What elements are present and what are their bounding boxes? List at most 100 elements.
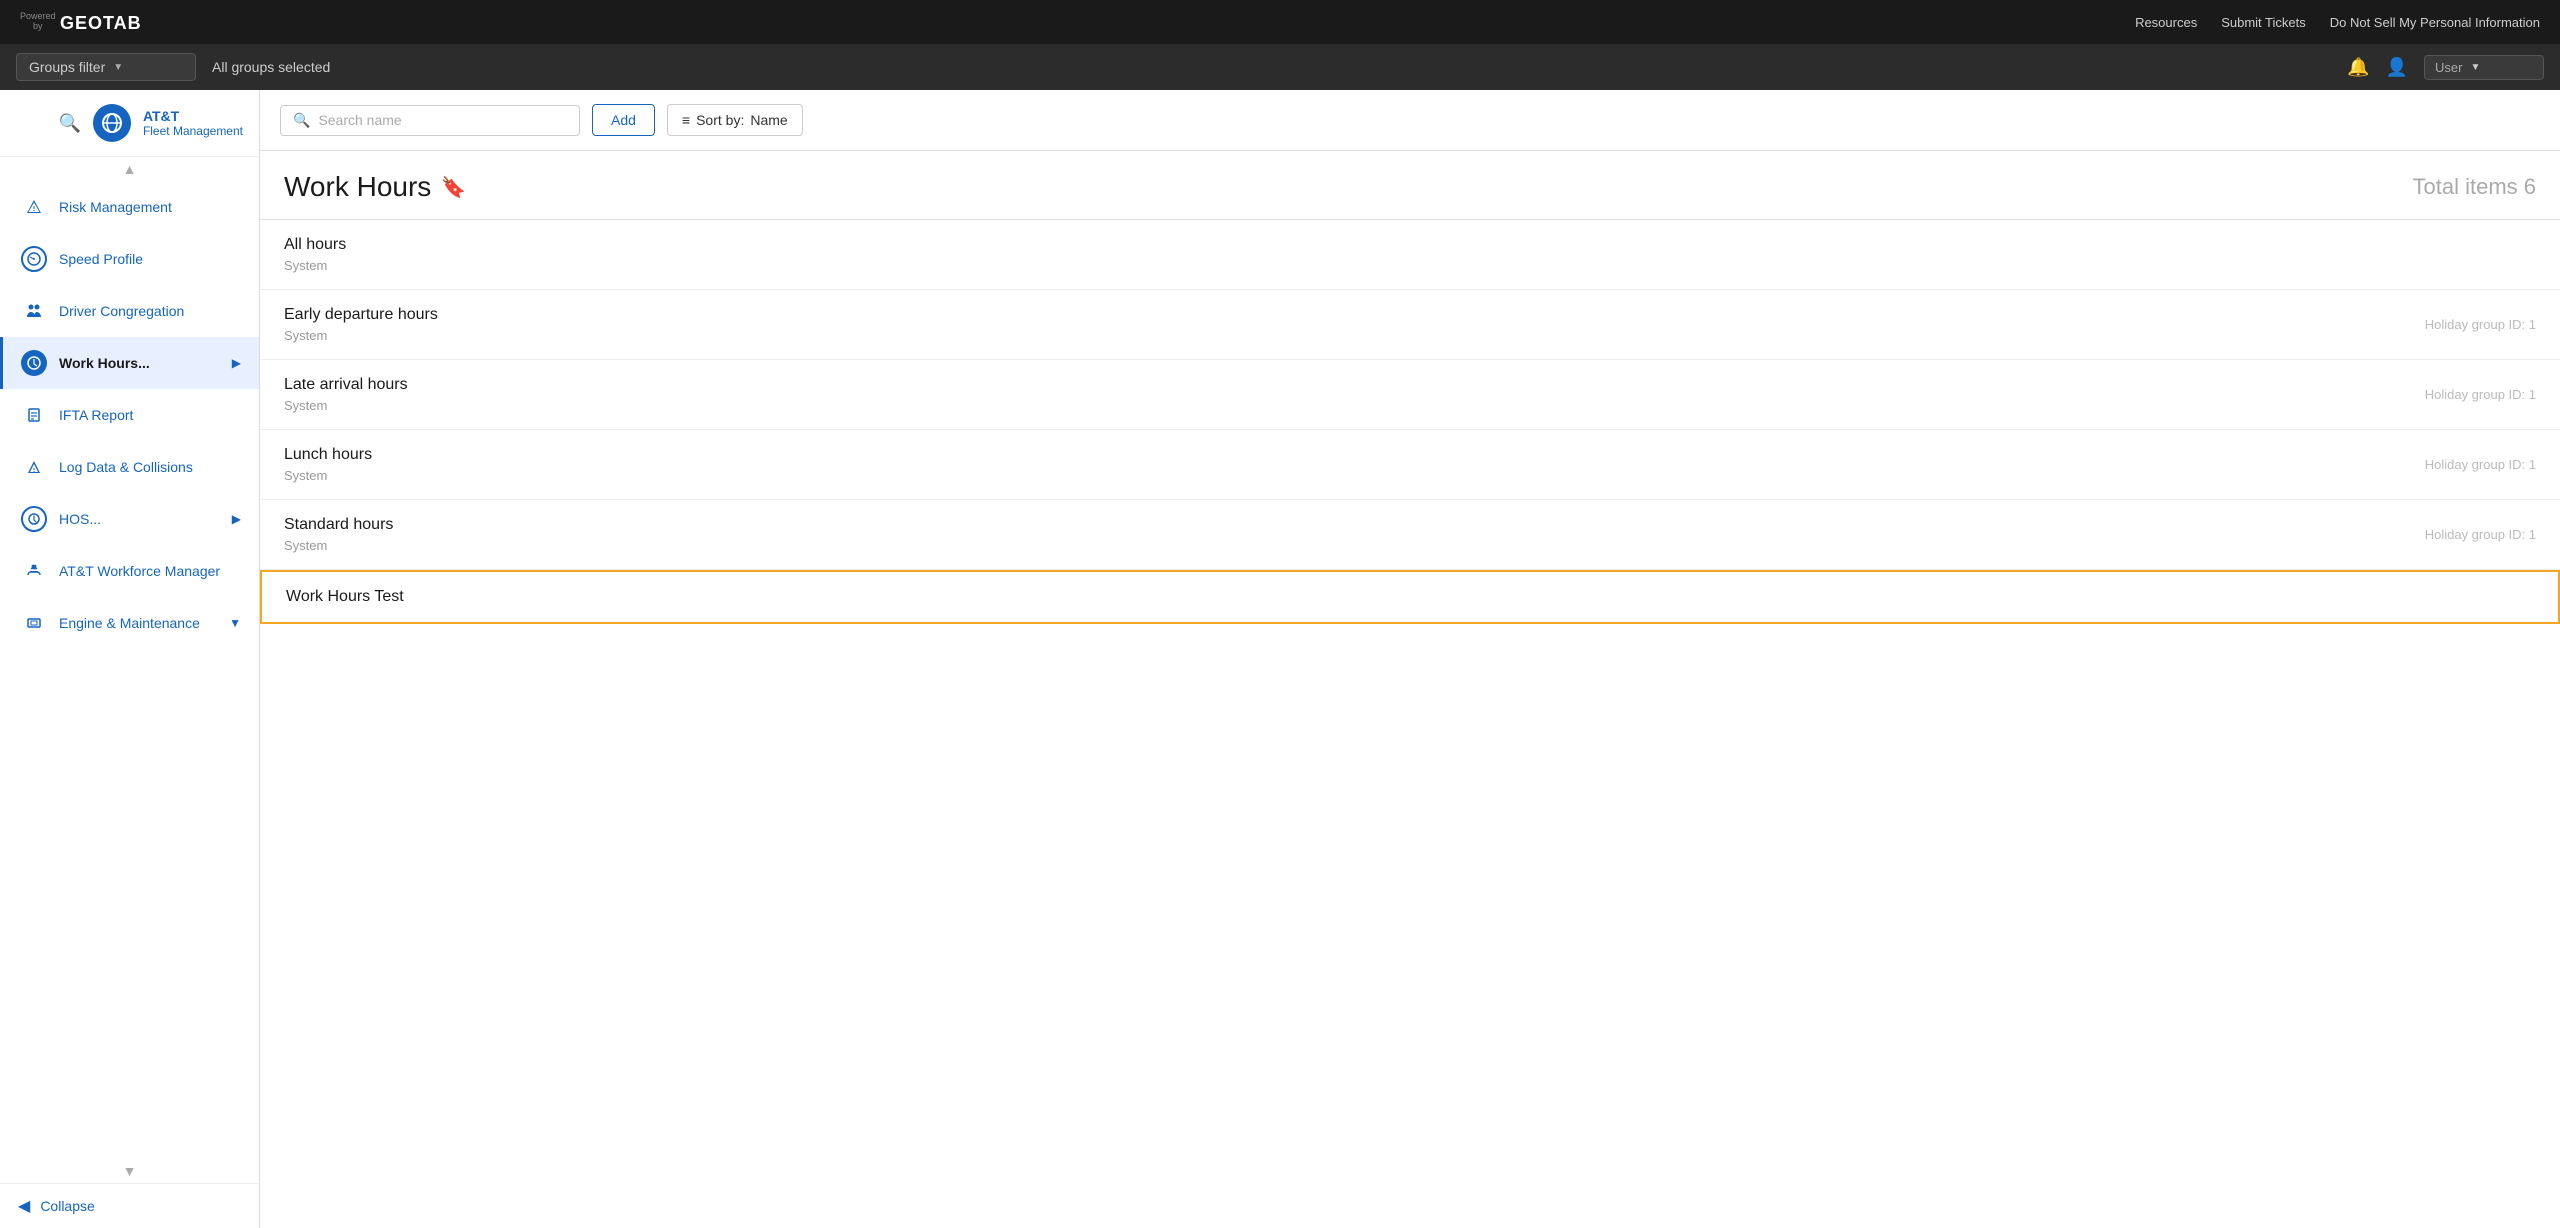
- list-item-lunch-hours[interactable]: Lunch hours System Holiday group ID: 1: [260, 430, 2560, 500]
- powered-by-text: Powered by: [20, 12, 56, 32]
- hos-label: HOS...: [59, 511, 101, 527]
- resources-link[interactable]: Resources: [2135, 15, 2197, 30]
- global-search-icon[interactable]: 🔍: [59, 113, 81, 134]
- att-logo-icon: [102, 113, 122, 133]
- work-hours-label: Work Hours...: [59, 355, 150, 371]
- content-area: 🔍 Add ≡ Sort by: Name Work Hours 🔖 Total…: [260, 90, 2560, 1228]
- engine-maintenance-label: Engine & Maintenance: [59, 615, 200, 631]
- filterbar: Groups filter ▼ All groups selected 🔔 👤 …: [0, 44, 2560, 90]
- list-item-all-hours[interactable]: All hours System: [260, 220, 2560, 290]
- log-data-label: Log Data & Collisions: [59, 459, 193, 475]
- sidebar-item-driver-congregation[interactable]: Driver Congregation: [0, 285, 259, 337]
- engine-maintenance-icon: [21, 610, 47, 636]
- item-name-all-hours: All hours: [284, 236, 346, 254]
- item-sub-late-arrival: System: [284, 398, 408, 413]
- topbar: Powered by GEOTAB Resources Submit Ticke…: [0, 0, 2560, 44]
- total-items: Total items 6: [2413, 174, 2537, 200]
- list-item-early-departure[interactable]: Early departure hours System Holiday gro…: [260, 290, 2560, 360]
- main-layout: 🔍 AT&T Fleet Management ▲: [0, 90, 2560, 1228]
- groups-filter-arrow: ▼: [113, 62, 123, 73]
- speed-profile-icon: [21, 246, 47, 272]
- ifta-icon: [21, 402, 47, 428]
- item-meta-late-arrival: Holiday group ID: 1: [2425, 387, 2536, 402]
- sidebar-company: AT&T Fleet Management: [143, 108, 243, 138]
- groups-filter-button[interactable]: Groups filter ▼: [16, 53, 196, 81]
- sidebar-item-engine-maintenance[interactable]: Engine & Maintenance ▼: [0, 597, 259, 649]
- page-title: Work Hours: [284, 171, 431, 203]
- item-name-late-arrival: Late arrival hours: [284, 376, 408, 394]
- sort-button[interactable]: ≡ Sort by: Name: [667, 104, 803, 136]
- scroll-up-indicator: ▲: [0, 157, 259, 181]
- item-sub-early-departure: System: [284, 328, 438, 343]
- sort-label: Sort by:: [696, 112, 744, 128]
- log-data-icon: [21, 454, 47, 480]
- item-sub-standard-hours: System: [284, 538, 393, 553]
- scroll-down-indicator: ▼: [0, 1159, 259, 1183]
- item-name-work-hours-test: Work Hours Test: [286, 588, 404, 606]
- groups-filter-label: Groups filter: [29, 59, 105, 75]
- content-toolbar: 🔍 Add ≡ Sort by: Name: [260, 90, 2560, 151]
- workforce-manager-label: AT&T Workforce Manager: [59, 563, 220, 579]
- search-input-wrap[interactable]: 🔍: [280, 105, 580, 136]
- sort-value: Name: [750, 112, 787, 128]
- sidebar-item-workforce-manager[interactable]: AT&T Workforce Manager: [0, 545, 259, 597]
- work-hours-list: All hours System Early departure hours S…: [260, 220, 2560, 624]
- item-meta-early-departure: Holiday group ID: 1: [2425, 317, 2536, 332]
- sidebar-item-speed-profile[interactable]: Speed Profile: [0, 233, 259, 285]
- speed-profile-label: Speed Profile: [59, 251, 143, 267]
- add-button[interactable]: Add: [592, 104, 655, 136]
- collapse-label: Collapse: [40, 1198, 94, 1214]
- filterbar-right: 🔔 👤 User ▼: [2347, 55, 2544, 80]
- topbar-right: Resources Submit Tickets Do Not Sell My …: [2135, 15, 2540, 30]
- svg-text:GEOTAB: GEOTAB: [60, 13, 142, 33]
- sort-icon: ≡: [682, 112, 690, 128]
- sidebar-item-hos[interactable]: HOS... ▶: [0, 493, 259, 545]
- page-header: Work Hours 🔖 Total items 6: [260, 151, 2560, 220]
- user-dropdown-name: User: [2435, 60, 2462, 75]
- company-sub: Fleet Management: [143, 124, 243, 138]
- hos-arrow: ▶: [232, 512, 241, 526]
- topbar-left: Powered by GEOTAB: [20, 11, 150, 33]
- ifta-report-label: IFTA Report: [59, 407, 133, 423]
- submit-tickets-link[interactable]: Submit Tickets: [2221, 15, 2306, 30]
- do-not-sell-link[interactable]: Do Not Sell My Personal Information: [2330, 15, 2540, 30]
- all-groups-text: All groups selected: [212, 59, 330, 75]
- scroll-down-button[interactable]: ▼: [123, 1163, 137, 1179]
- sidebar-item-work-hours[interactable]: Work Hours... ▶: [0, 337, 259, 389]
- user-icon[interactable]: 👤: [2386, 57, 2408, 78]
- geotab-logo: Powered by GEOTAB: [20, 11, 150, 33]
- sidebar-item-ifta-report[interactable]: IFTA Report: [0, 389, 259, 441]
- sidebar: 🔍 AT&T Fleet Management ▲: [0, 90, 260, 1228]
- sidebar-item-log-data[interactable]: Log Data & Collisions: [0, 441, 259, 493]
- sidebar-logo: [93, 104, 131, 142]
- hos-icon: [21, 506, 47, 532]
- search-input[interactable]: [318, 112, 567, 128]
- bookmark-icon[interactable]: 🔖: [441, 175, 466, 200]
- page-content: Work Hours 🔖 Total items 6 All hours Sys…: [260, 151, 2560, 1228]
- sidebar-item-risk-management[interactable]: Risk Management: [0, 181, 259, 233]
- workforce-manager-icon: [21, 558, 47, 584]
- scroll-up-button[interactable]: ▲: [123, 161, 137, 177]
- user-dropdown[interactable]: User ▼: [2424, 55, 2544, 80]
- collapse-arrow-icon: ◀: [18, 1196, 30, 1216]
- item-name-standard-hours: Standard hours: [284, 516, 393, 534]
- item-sub-lunch-hours: System: [284, 468, 372, 483]
- user-dropdown-arrow: ▼: [2470, 62, 2480, 73]
- item-meta-standard-hours: Holiday group ID: 1: [2425, 527, 2536, 542]
- list-item-late-arrival[interactable]: Late arrival hours System Holiday group …: [260, 360, 2560, 430]
- list-item-standard-hours[interactable]: Standard hours System Holiday group ID: …: [260, 500, 2560, 570]
- driver-congregation-label: Driver Congregation: [59, 303, 184, 319]
- list-item-work-hours-test[interactable]: Work Hours Test: [260, 570, 2560, 624]
- engine-maintenance-arrow: ▼: [229, 616, 241, 630]
- risk-management-label: Risk Management: [59, 199, 172, 215]
- company-name: AT&T: [143, 108, 243, 124]
- collapse-button[interactable]: ◀ Collapse: [0, 1183, 259, 1228]
- sidebar-header: 🔍 AT&T Fleet Management: [0, 90, 259, 157]
- bell-icon[interactable]: 🔔: [2347, 57, 2369, 78]
- search-input-icon: 🔍: [293, 112, 310, 129]
- work-hours-icon: [21, 350, 47, 376]
- item-meta-lunch-hours: Holiday group ID: 1: [2425, 457, 2536, 472]
- geotab-brand-logo: GEOTAB: [60, 11, 150, 33]
- item-name-early-departure: Early departure hours: [284, 306, 438, 324]
- page-title-wrap: Work Hours 🔖: [284, 171, 466, 203]
